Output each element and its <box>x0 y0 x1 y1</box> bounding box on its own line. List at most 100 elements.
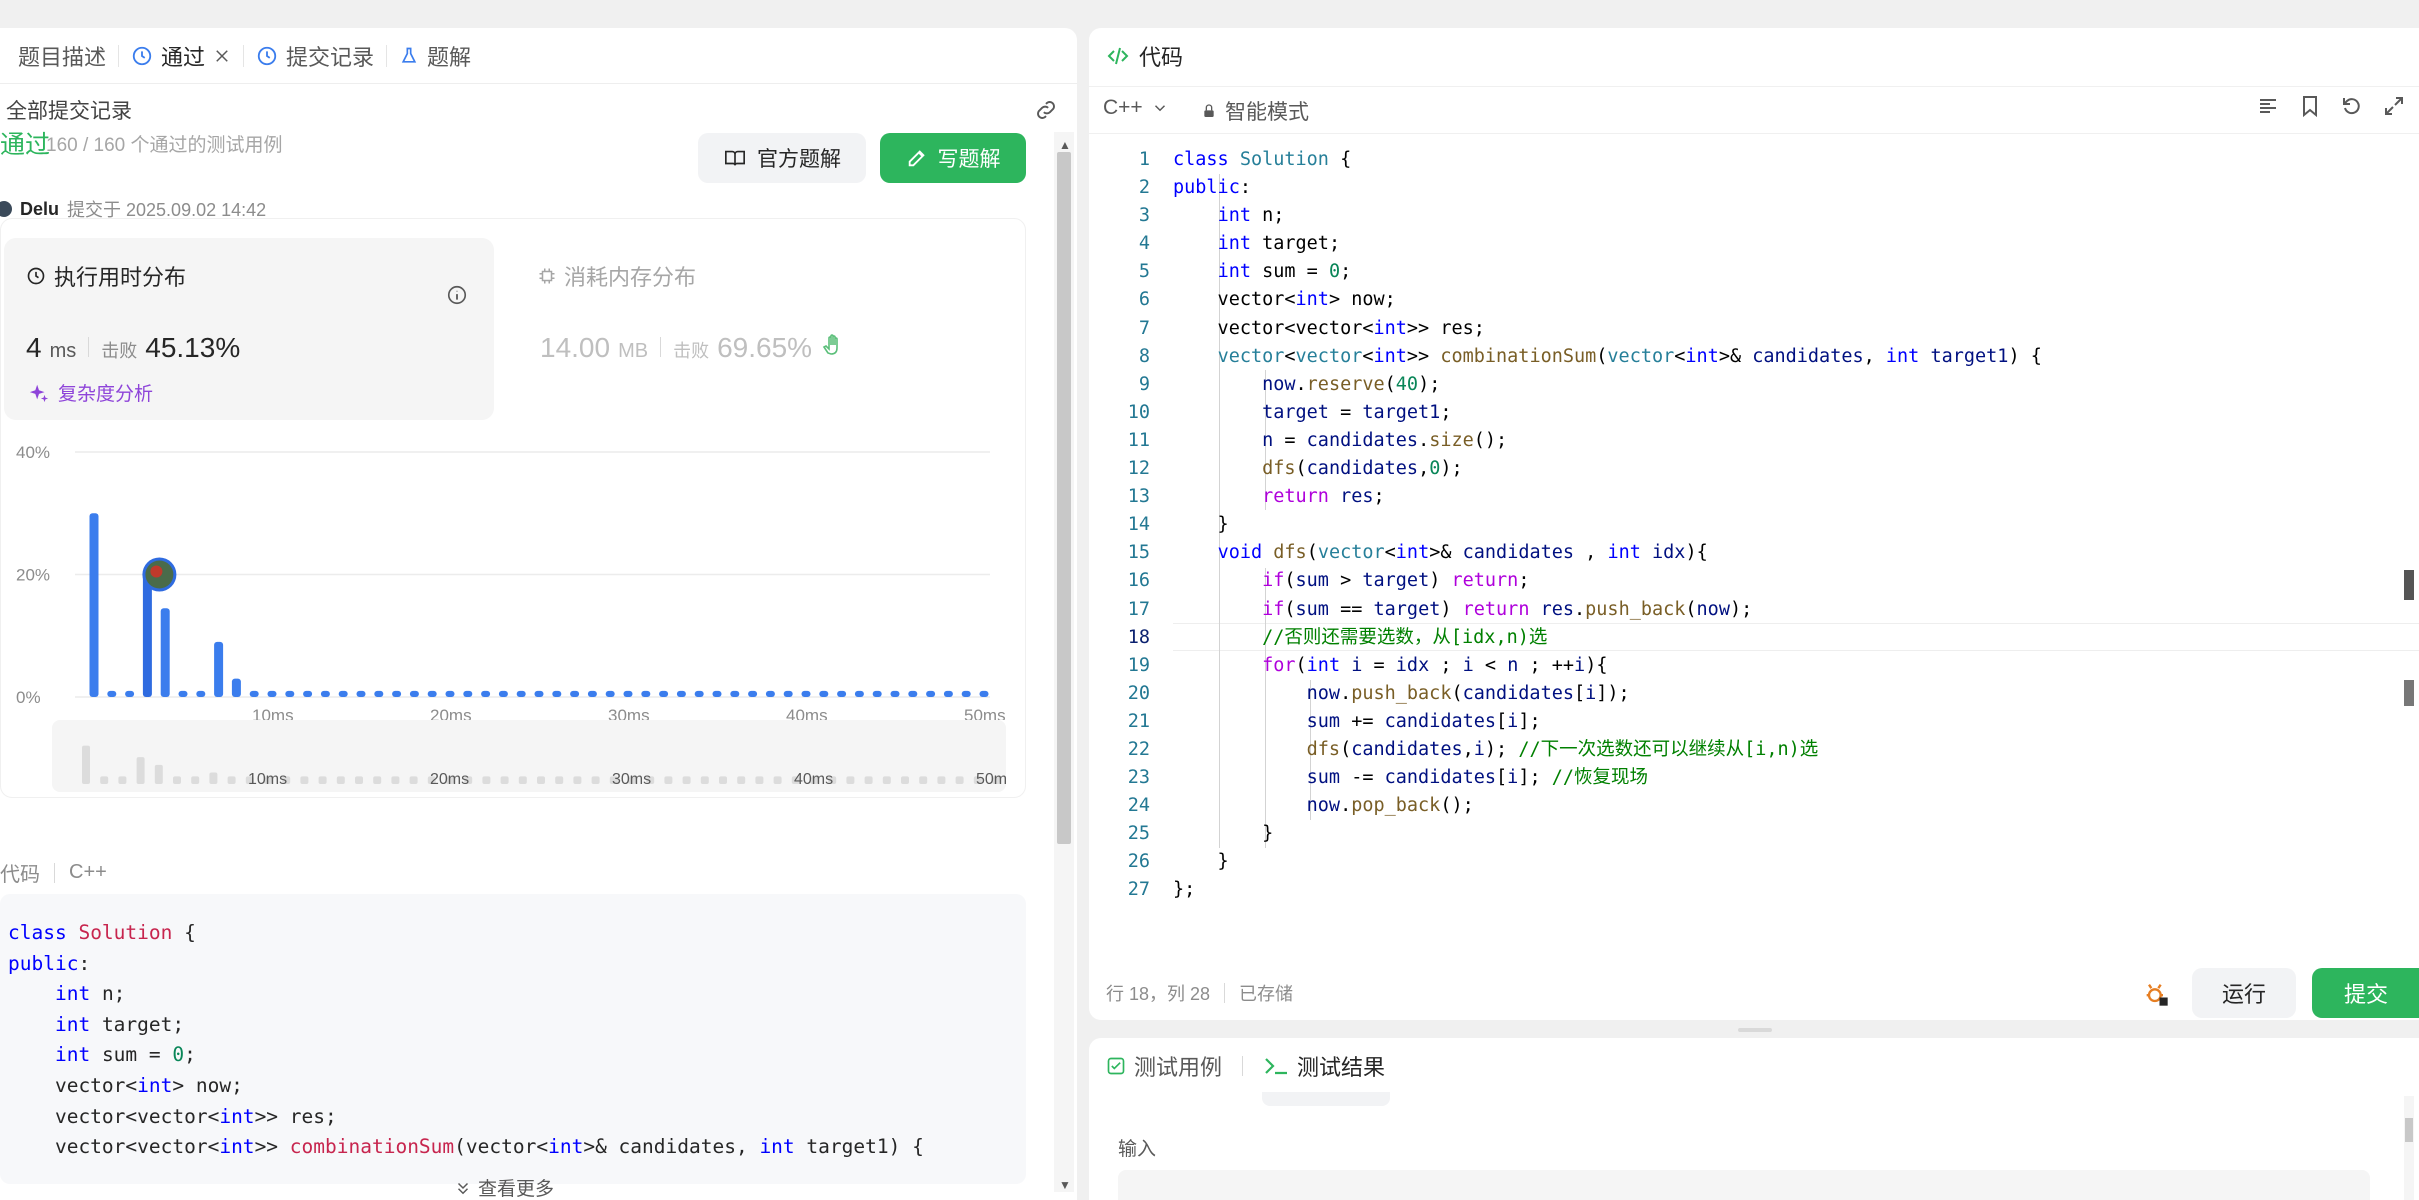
tab-description[interactable]: 题目描述 <box>6 28 118 84</box>
minimap-bar <box>955 776 964 784</box>
editor-tab-code[interactable]: 代码 <box>1105 38 1183 74</box>
write-solution-button[interactable]: 写题解 <box>880 133 1026 183</box>
minimap-bar <box>573 776 582 784</box>
divider <box>1242 1056 1244 1076</box>
minimap-bar <box>482 776 491 784</box>
minimap-bar <box>318 776 327 784</box>
chart-bar <box>801 690 811 697</box>
code-section-label: 代码 C++ <box>0 861 107 886</box>
chart-bar <box>231 678 241 697</box>
chart-bar <box>854 690 864 697</box>
lock-icon <box>1204 104 1214 117</box>
chart-bar <box>303 690 313 697</box>
minimap-bar <box>719 776 727 784</box>
checkbox-icon <box>1107 1057 1125 1075</box>
runtime-distribution-chart: 40% 20% 0% 10ms 20ms 30ms 40ms 50ms <box>16 443 1006 720</box>
chart-bar <box>125 690 135 697</box>
chart-bar <box>605 690 615 697</box>
test-scrollbar[interactable] <box>2404 1096 2414 1200</box>
minimap-bar <box>864 776 873 784</box>
tab-test-result[interactable]: 测试结果 <box>1263 1050 1385 1082</box>
chart-bar <box>516 690 526 697</box>
scroll-down-icon[interactable]: ▼ <box>1059 1178 1071 1192</box>
minimap-x-tick-label: 20ms <box>430 771 469 788</box>
clap-icon <box>822 334 838 355</box>
minimap-bar <box>209 772 218 784</box>
scroll-up-icon[interactable]: ▲ <box>1059 138 1071 152</box>
chart-bar <box>427 690 437 697</box>
minimap-bar <box>555 776 564 784</box>
complexity-analysis-link[interactable]: 复杂度分析 <box>28 379 153 406</box>
chart-bar <box>285 690 295 697</box>
official-solution-button[interactable]: 官方题解 <box>698 133 866 183</box>
submit-button[interactable]: 提交 <box>2312 968 2419 1018</box>
clock-icon <box>27 267 45 285</box>
editor-scroll-marker[interactable] <box>2404 570 2414 600</box>
history-icon <box>257 46 277 65</box>
status-accepted: 通过 <box>0 131 51 159</box>
minimap-bar <box>664 776 673 784</box>
all-submissions-link[interactable]: 全部提交记录 <box>6 95 132 125</box>
chart-bar <box>872 690 882 697</box>
tab-accepted[interactable]: 通过 <box>119 28 243 84</box>
panel-resize-handle[interactable] <box>1738 1028 1772 1032</box>
terminal-icon <box>1265 1058 1288 1075</box>
runtime-value: 4 ms 击败 45.13% <box>26 332 241 363</box>
testcase-pill[interactable] <box>1262 1092 1390 1106</box>
minimap-bar <box>100 776 109 784</box>
tab-submissions[interactable]: 提交记录 <box>244 28 386 84</box>
minimap-x-tick-label: 40ms <box>794 771 833 788</box>
chart-bar <box>587 690 597 697</box>
top-strip <box>0 0 2419 22</box>
edit-icon <box>908 150 925 167</box>
see-more-button[interactable]: 查看更多 <box>454 1174 554 1200</box>
link-icon[interactable] <box>1033 97 1059 123</box>
language-select[interactable]: C++ <box>1103 96 1169 120</box>
minimap-bar <box>901 776 909 784</box>
chart-bar <box>730 690 740 697</box>
smart-mode-toggle[interactable]: 智能模式 <box>1201 96 1309 126</box>
memory-title[interactable]: 消耗内存分布 <box>538 260 696 292</box>
divider <box>88 337 90 357</box>
chart-bar <box>356 690 366 697</box>
left-tabbar: 题目描述 通过 提交记录 题解 <box>0 28 1077 84</box>
close-icon[interactable] <box>213 47 231 65</box>
info-icon[interactable] <box>446 284 468 306</box>
chart-bar <box>214 641 224 697</box>
bookmark-icon[interactable] <box>2298 94 2322 118</box>
minimap-bar <box>700 776 709 784</box>
editor-scroll-marker[interactable] <box>2404 680 2414 706</box>
username[interactable]: Delu <box>20 199 59 220</box>
chart-bar <box>926 690 936 697</box>
minimap-bar <box>191 776 200 784</box>
tab-solutions[interactable]: 题解 <box>387 28 483 84</box>
chart-bar <box>89 513 99 697</box>
chart-bar <box>659 690 669 697</box>
y-tick-label: 0% <box>16 688 41 707</box>
chart-bar <box>142 574 152 697</box>
left-scrollbar-thumb[interactable] <box>1057 152 1071 844</box>
chart-bar <box>783 690 793 697</box>
x-tick-label: 10ms <box>252 706 294 720</box>
chart-bar <box>712 690 722 697</box>
chart-bar <box>961 690 971 697</box>
test-scrollbar-thumb[interactable] <box>2405 1118 2413 1142</box>
tab-testcases[interactable]: 测试用例 <box>1106 1050 1222 1082</box>
divider <box>660 337 662 357</box>
editor-code[interactable]: class Solution { public: int n; int targ… <box>1173 146 2042 905</box>
chart-bar <box>890 690 900 697</box>
testcase-summary: 160 / 160 个通过的测试用例 <box>46 135 283 156</box>
run-button[interactable]: 运行 <box>2192 968 2296 1018</box>
input-box[interactable] <box>1118 1170 2370 1200</box>
chart-bar <box>552 690 562 697</box>
book-icon <box>725 150 745 166</box>
chart-minimap-bars: 10ms 20ms 30ms 40ms 50ms <box>82 745 1006 788</box>
line-numbers: 1 2 3 4 5 6 7 8 9 10 11 12 13 14 15 16 1… <box>1127 149 1150 901</box>
chart-bar <box>570 690 580 697</box>
avatar[interactable] <box>0 201 12 217</box>
reset-icon[interactable] <box>2340 94 2364 118</box>
format-icon[interactable] <box>2256 94 2280 118</box>
fullscreen-icon[interactable] <box>2382 94 2406 118</box>
memory-value: 14.00 MB 击败 69.65% <box>540 332 844 364</box>
debug-icon[interactable] <box>2142 980 2170 1008</box>
